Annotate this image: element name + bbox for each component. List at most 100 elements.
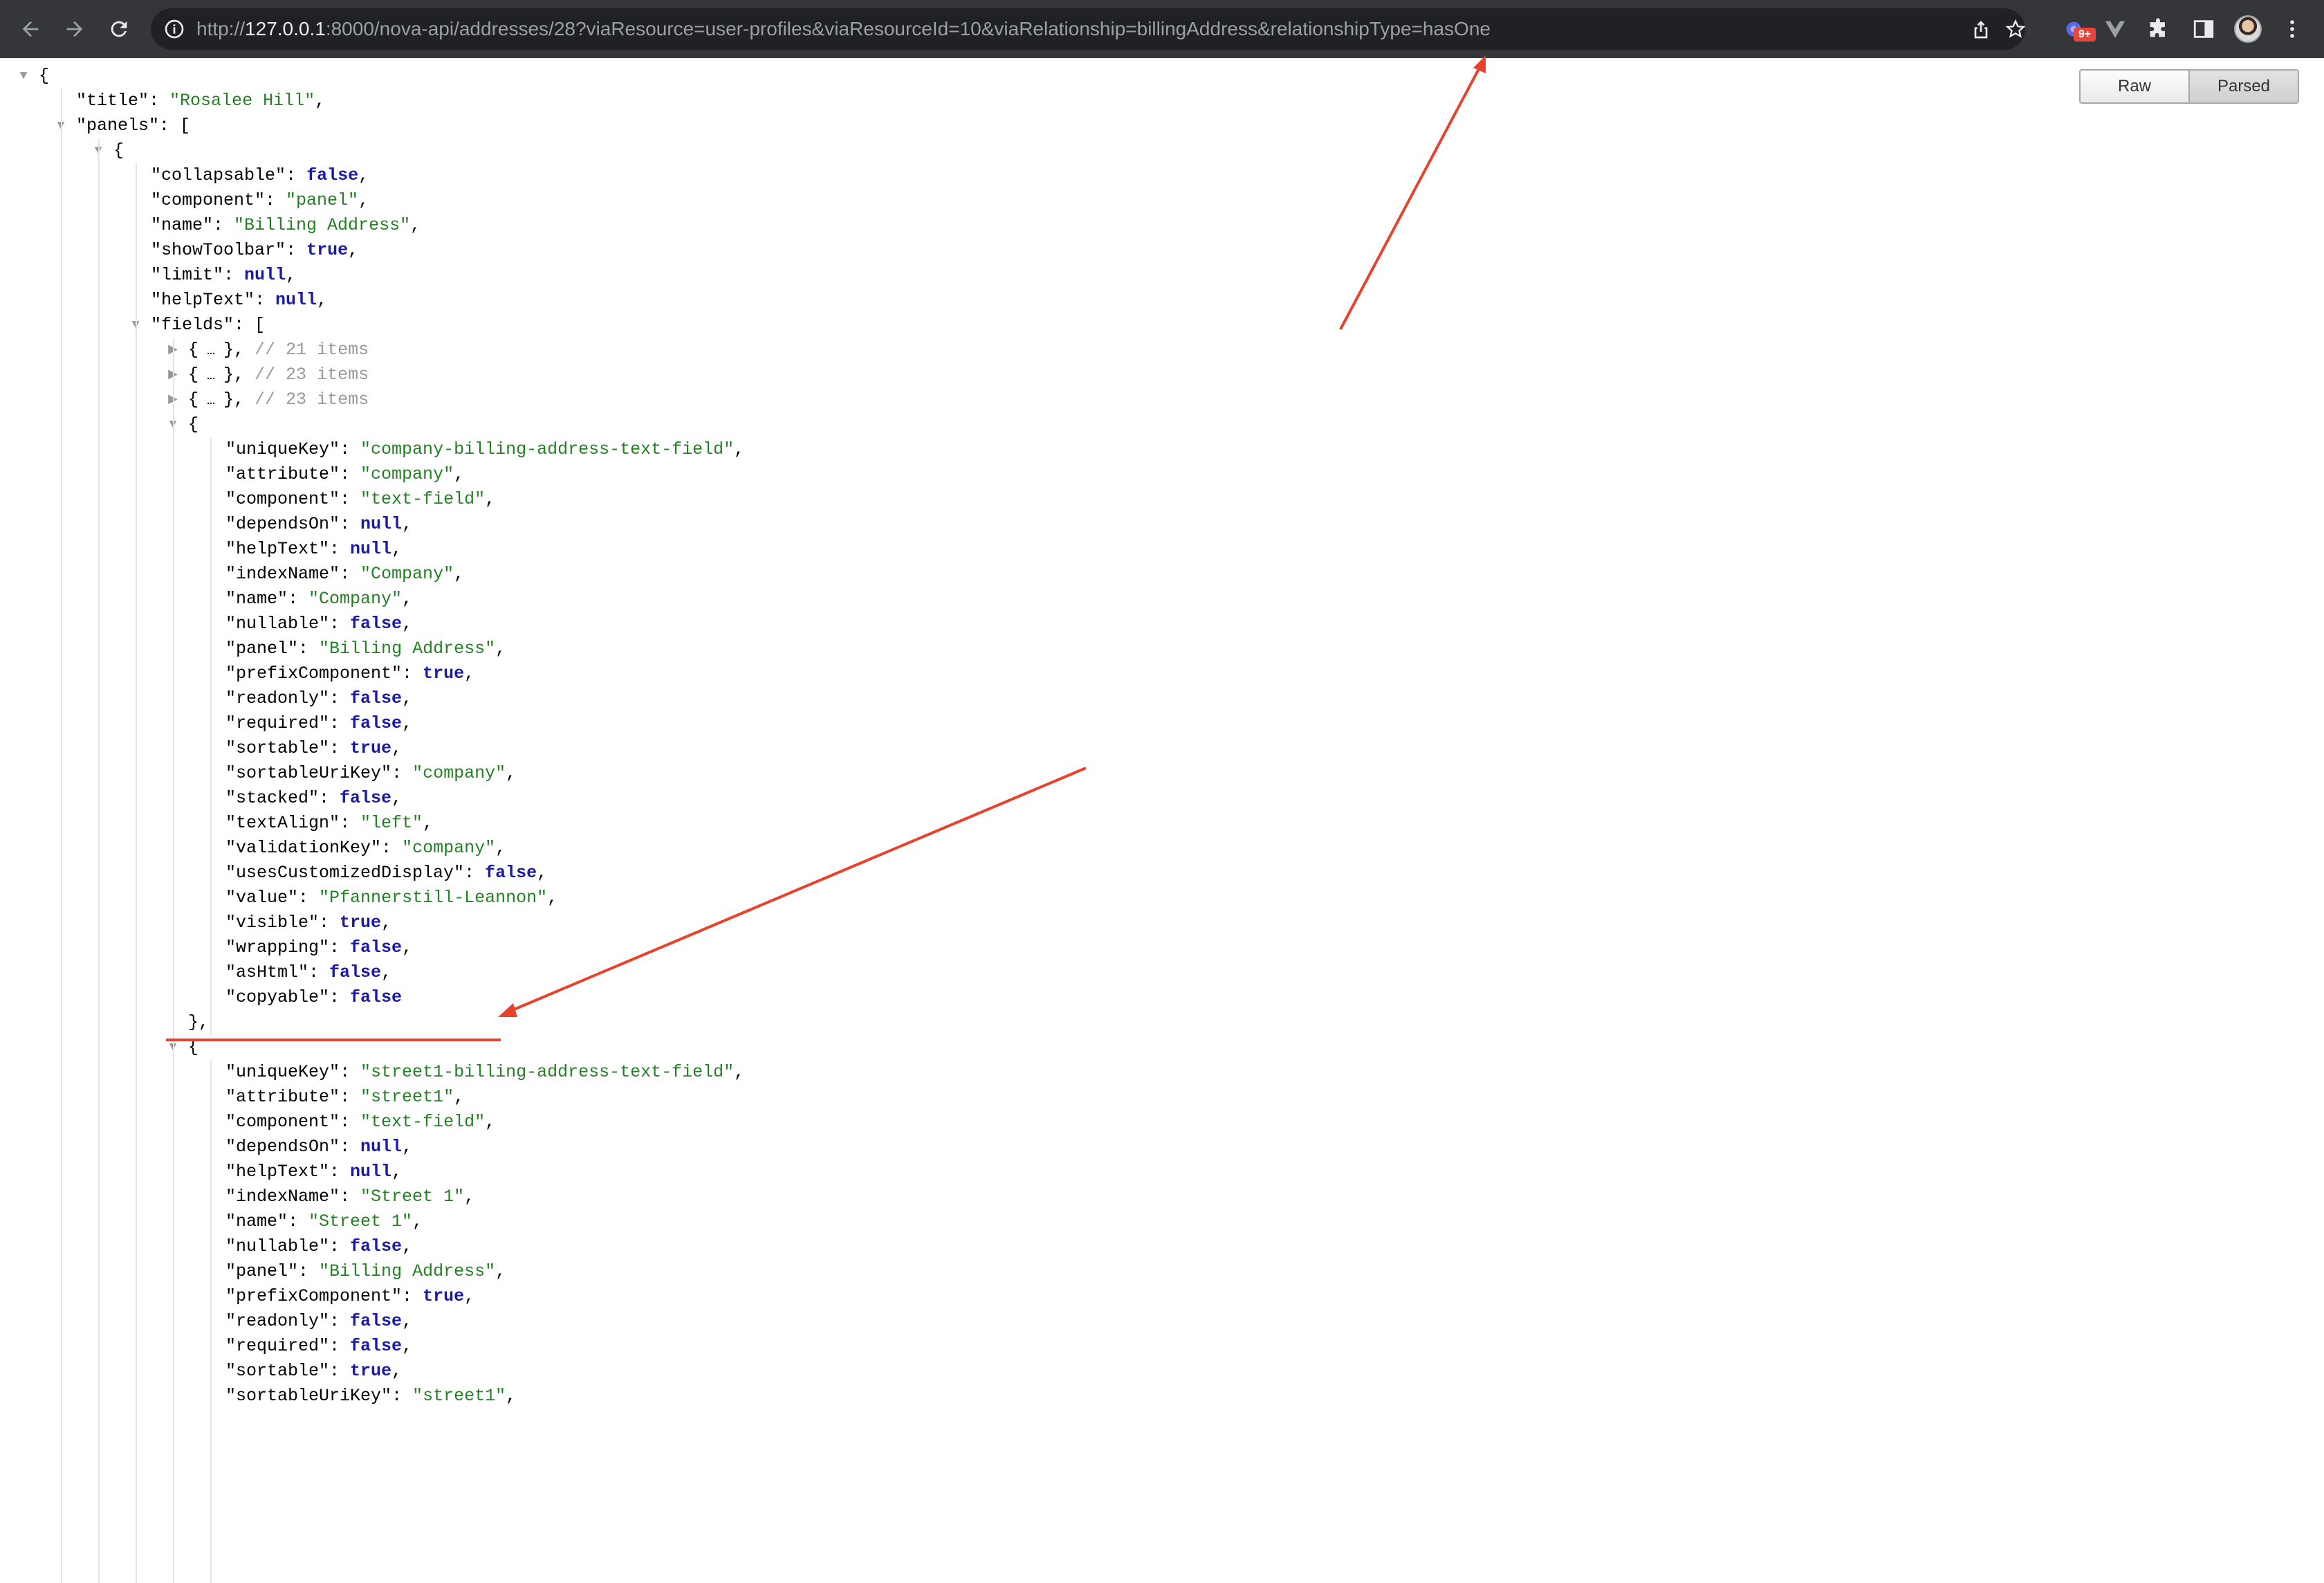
field-street1-prop-line: "name": "Street 1",: [225, 1209, 423, 1234]
ellipsis: …: [199, 343, 224, 359]
punctuation: :: [340, 464, 361, 484]
punctuation: ,: [423, 813, 434, 833]
json-key: "uniqueKey": [225, 439, 340, 459]
punctuation: ,: [402, 514, 413, 534]
info-icon[interactable]: [163, 18, 185, 40]
share-icon[interactable]: [1970, 18, 1992, 40]
json-value: "Billing Address": [319, 639, 496, 659]
json-key: "name": [225, 589, 288, 609]
punctuation: :: [298, 1261, 320, 1281]
address-bar[interactable]: http://127.0.0.1:8000/nova-api/addresses…: [151, 8, 2027, 50]
bookmark-star-icon[interactable]: [2004, 18, 2027, 40]
indent-guide: [61, 89, 62, 1583]
json-key: "collapsable": [151, 165, 286, 185]
json-key: "component": [151, 190, 266, 210]
collapse-toggle-icon[interactable]: ▼: [15, 64, 32, 89]
browser-menu-button[interactable]: [2277, 14, 2307, 44]
json-title-line: "title": "Rosalee Hill",: [76, 89, 325, 113]
panel-prop-line: "collapsable": false,: [151, 163, 369, 188]
field-street1-prop-line: "readonly": false,: [225, 1309, 412, 1334]
punctuation: },: [223, 365, 255, 385]
punctuation: {: [188, 390, 199, 410]
json-value: false: [329, 962, 382, 982]
punctuation: },: [223, 340, 255, 360]
json-value: false: [350, 1236, 403, 1256]
json-key: "showToolbar": [151, 240, 286, 260]
punctuation: :: [298, 888, 320, 908]
punctuation: :: [329, 1162, 351, 1182]
json-value: "Billing Address": [234, 215, 411, 235]
reload-button[interactable]: [102, 12, 136, 46]
field-company-prop-line: "dependsOn": null,: [225, 512, 412, 537]
item-count-comment: // 21 items: [255, 340, 369, 360]
punctuation: :: [329, 987, 351, 1007]
field-street1-open: {: [188, 1035, 199, 1060]
punctuation: {: [113, 140, 124, 161]
field-company-prop-line: "sortable": true,: [225, 736, 402, 761]
punctuation: :: [319, 788, 340, 808]
json-key: "attribute": [225, 464, 340, 484]
punctuation: :: [340, 489, 361, 509]
json-key: "component": [225, 1112, 340, 1132]
url-text[interactable]: http://127.0.0.1:8000/nova-api/addresses…: [196, 8, 1491, 50]
json-value: null: [350, 1162, 392, 1182]
json-key: "value": [225, 888, 299, 908]
json-value: "street1-billing-address-text-field": [360, 1062, 735, 1082]
punctuation: ,: [412, 1211, 423, 1232]
punctuation: ,: [734, 1062, 745, 1082]
punctuation: :: [340, 1137, 361, 1157]
json-value: "street1": [360, 1087, 454, 1107]
punctuation: :: [286, 240, 307, 260]
punctuation: ,: [402, 688, 413, 708]
punctuation: :: [308, 962, 330, 982]
punctuation: :: [329, 539, 351, 559]
json-value: "text-field": [360, 1112, 486, 1132]
json-value: "company": [402, 838, 496, 858]
json-value: "panel": [286, 190, 359, 210]
json-value: "Company": [360, 564, 454, 584]
json-value: null: [275, 290, 317, 310]
field-company-prop-line: "wrapping": false,: [225, 935, 412, 960]
punctuation: ,: [537, 863, 548, 883]
indent-guide: [210, 437, 212, 1035]
field-street1-prop-line: "indexName": "Street 1",: [225, 1184, 474, 1209]
json-value: true: [306, 240, 349, 260]
extensions-button[interactable]: [2143, 14, 2173, 44]
json-key: "indexName": [225, 1187, 340, 1207]
back-button[interactable]: [14, 12, 47, 46]
json-value: false: [350, 987, 403, 1007]
punctuation: {: [39, 66, 50, 86]
punctuation: ,: [402, 1137, 413, 1157]
forward-button[interactable]: [58, 12, 91, 46]
punctuation: ,: [402, 589, 413, 609]
json-value: null: [244, 265, 286, 285]
profile-avatar[interactable]: [2234, 15, 2262, 43]
panel-prop-line: "component": "panel",: [151, 188, 369, 213]
punctuation: :: [329, 1361, 351, 1381]
punctuation: :: [329, 1311, 351, 1331]
side-panel-button[interactable]: [2188, 14, 2219, 44]
json-value: false: [485, 863, 537, 883]
json-value: false: [340, 788, 392, 808]
field-street1-prop-line: "helpText": null,: [225, 1160, 402, 1184]
json-key: "required": [225, 1336, 330, 1356]
extension-vue-button[interactable]: [2100, 14, 2130, 44]
punctuation: ,: [391, 1361, 403, 1381]
json-value: false: [350, 713, 403, 733]
punctuation: ,: [547, 888, 558, 908]
punctuation: :: [329, 1236, 351, 1256]
punctuation: ,: [495, 639, 506, 659]
url-host: 127.0.0.1: [245, 18, 326, 39]
punctuation: ,: [348, 240, 359, 260]
json-value: true: [350, 1361, 392, 1381]
punctuation: ,: [402, 937, 413, 958]
punctuation: ,: [391, 1162, 403, 1182]
field-company-prop-line: "readonly": false,: [225, 686, 412, 711]
json-key: "indexName": [225, 564, 340, 584]
field-street1-prop-line: "panel": "Billing Address",: [225, 1259, 506, 1284]
extension-lighthouse-button[interactable]: 9+: [2058, 14, 2096, 44]
field-company-open: {: [188, 412, 199, 437]
json-key: "visible": [225, 913, 320, 933]
json-value: "company": [412, 763, 506, 783]
json-key: "asHtml": [225, 962, 309, 982]
